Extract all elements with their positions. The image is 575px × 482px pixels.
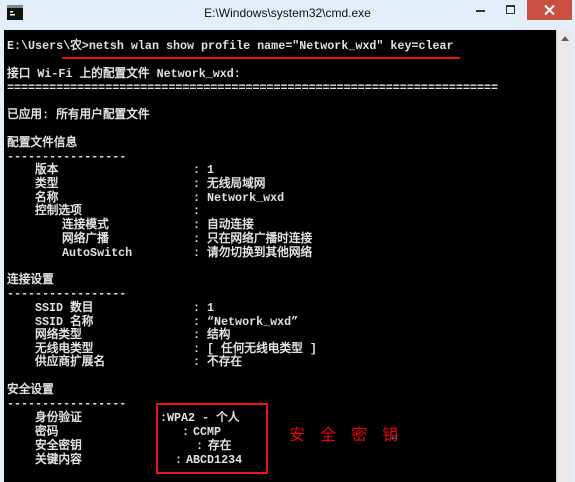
item-value: 1 [207,163,215,177]
list-item: SSID 数目 : 1 [0,301,550,315]
item-label: 关键内容 [35,453,82,467]
item-separator: : [193,204,201,218]
item-separator: : [193,342,201,356]
item-label: SSID 名称 [35,315,94,329]
scroll-up-arrow-icon[interactable] [557,30,573,47]
item-separator: : [193,177,201,191]
item-label: 版本 [35,163,59,177]
item-value: 只在网络广播时连接 [207,232,313,246]
list-item: 网络类型 : 结构 [0,328,550,342]
section-rule: ----------------- [7,287,127,301]
item-value: 结构 [207,328,231,342]
list-item: AutoSwitch : 请勿切换到其他网络 [0,246,550,260]
command-line: E:\Users\农>netsh wlan show profile name=… [7,39,454,53]
item-separator: : [193,301,201,315]
list-item: 密码 : CCMP [0,425,550,439]
item-value: “Network_wxd” [207,315,299,329]
section-title-connectivity: 连接设置 [7,273,54,287]
list-item: SSID 名称 : “Network_wxd” [0,315,550,329]
item-separator: : [193,328,201,342]
list-item: 关键内容 : ABCD1234 [0,453,550,467]
section-title-security: 安全设置 [7,383,54,397]
close-icon [544,5,555,15]
item-label: 网络广播 [62,232,109,246]
item-separator: : [193,315,201,329]
annotation-label: 安 全 密 钥 [289,425,404,444]
command-underline [62,57,460,59]
double-rule: ========================================… [7,81,498,95]
list-item: 供应商扩展名 : 不存在 [0,355,550,369]
applied-line: 已应用: 所有用户配置文件 [7,108,150,122]
vertical-scrollbar[interactable] [556,30,573,482]
item-separator: : [193,232,201,246]
item-value: 请勿切换到其他网络 [207,246,313,260]
paragraph-mark: ↵ [391,434,399,444]
item-value: 自动连接 [207,218,254,232]
item-separator: : [193,163,201,177]
list-item: 安全密钥 : 存在 [0,439,550,453]
item-label: 密码 [35,425,59,439]
item-value: 不存在 [207,355,243,369]
item-label: 名称 [35,191,59,205]
list-item: 网络广播 : 只在网络广播时连接 [0,232,550,246]
item-separator: : [193,246,201,260]
item-label: 控制选项 [35,204,82,218]
maximize-button[interactable] [496,0,525,20]
command-text: netsh wlan show profile name="Network_wx… [88,39,454,53]
item-value: [ 任何无线电类型 ] [207,342,317,356]
item-label: AutoSwitch [62,246,133,260]
item-label: 网络类型 [35,328,82,342]
annotation-box [156,403,268,474]
item-label: 类型 [35,177,59,191]
section-rule: ----------------- [7,397,127,411]
list-item: 无线电类型 : [ 任何无线电类型 ] [0,342,550,356]
close-button[interactable] [527,0,572,20]
section-rule: ----------------- [7,150,127,164]
item-label: 身份验证 [35,411,82,425]
item-label: SSID 数目 [35,301,94,315]
minimize-button[interactable] [466,0,495,20]
item-separator: : [193,355,201,369]
list-item: 类型 : 无线局域网 [0,177,550,191]
item-label: 供应商扩展名 [35,355,106,369]
list-item: 身份验证 : WPA2 - 个人 [0,411,550,425]
list-item: 版本 : 1 [0,163,550,177]
item-value: 无线局域网 [207,177,266,191]
list-item: 控制选项 : [0,204,550,218]
list-item: 名称 : Network_wxd [0,191,550,205]
item-separator: : [193,191,201,205]
item-separator: : [193,218,201,232]
title-bar[interactable]: E:\Windows\system32\cmd.exe [0,0,575,30]
cmd-icon[interactable] [7,5,23,20]
prompt: E:\Users\农> [7,39,89,53]
item-label: 安全密钥 [35,439,82,453]
window-title: E:\Windows\system32\cmd.exe [204,6,371,20]
item-value: 1 [207,301,215,315]
section-title-profile-info: 配置文件信息 [7,136,78,150]
item-value: Network_wxd [207,191,285,205]
profile-header: 接口 Wi-Fi 上的配置文件 Network_wxd: [7,67,241,81]
maximize-icon [506,5,515,14]
item-label: 连接模式 [62,218,109,232]
minimize-icon [476,10,485,12]
item-label: 无线电类型 [35,342,94,356]
list-item: 连接模式 : 自动连接 [0,218,550,232]
